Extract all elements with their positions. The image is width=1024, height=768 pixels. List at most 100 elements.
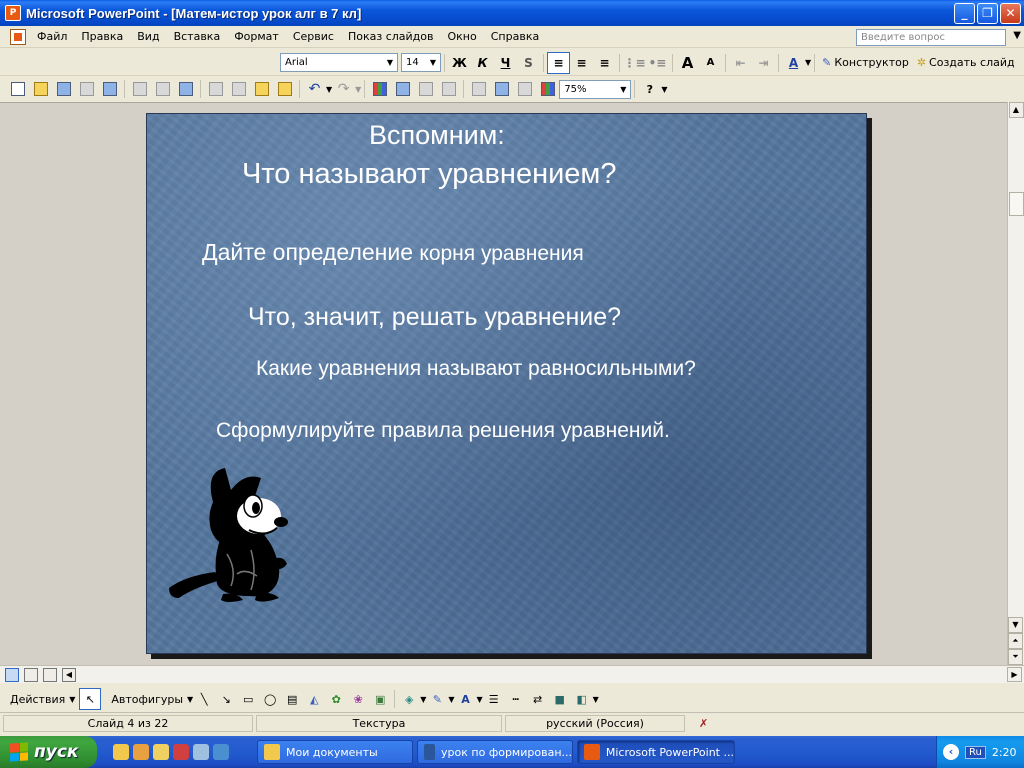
line-icon[interactable]: ╲ — [193, 688, 215, 710]
vertical-scrollbar[interactable]: ▲ ▼ ⏶ ⏷ — [1007, 102, 1024, 665]
scroll-left-icon[interactable]: ◀ — [62, 667, 76, 682]
rectangle-icon[interactable]: ▭ — [237, 688, 259, 710]
format-painter-icon[interactable] — [273, 78, 296, 100]
menu-format[interactable]: Формат — [227, 30, 286, 43]
show-grid-icon[interactable] — [513, 78, 536, 100]
paste-icon[interactable] — [250, 78, 273, 100]
3d-style-icon[interactable]: ◧ — [571, 688, 593, 710]
diagram-icon[interactable]: ✿ — [325, 688, 347, 710]
slide-title[interactable]: Что называют уравнением? — [242, 158, 616, 191]
new-slide-button[interactable]: ✲ Создать слайд — [917, 56, 1015, 69]
font-color-button[interactable]: A — [782, 52, 805, 74]
menu-help[interactable]: Справка — [484, 30, 546, 43]
scroll-thumb[interactable] — [1009, 192, 1024, 216]
increase-indent-icon[interactable]: ⇥ — [752, 52, 775, 74]
cartoon-cat-image[interactable] — [165, 464, 315, 604]
menu-edit[interactable]: Правка — [74, 30, 130, 43]
actions-menu[interactable]: Действия — [10, 693, 65, 706]
chevron-down-icon[interactable]: ▼ — [426, 54, 440, 71]
shadow-button[interactable]: S — [517, 52, 540, 74]
chevron-down-icon[interactable]: ▼ — [355, 85, 361, 94]
align-left-icon[interactable]: ≡ — [547, 51, 570, 74]
chevron-down-icon[interactable]: ▼ — [805, 58, 811, 67]
slide-canvas[interactable]: Вспомним: Что называют уравнением? Дайте… — [146, 113, 867, 654]
increase-font-icon[interactable]: A — [676, 52, 699, 74]
redo-icon[interactable]: ↷ — [332, 78, 355, 100]
chevron-down-icon[interactable]: ▼ — [1013, 30, 1021, 41]
explorer-icon[interactable] — [153, 744, 169, 760]
print-preview-icon[interactable] — [151, 78, 174, 100]
browser-icon[interactable] — [193, 744, 209, 760]
scroll-right-icon[interactable]: ▶ — [1007, 667, 1022, 682]
clipart-icon[interactable]: ❀ — [347, 688, 369, 710]
copy-icon[interactable] — [227, 78, 250, 100]
slide-question-root[interactable]: Дайте определение корня уравнения — [202, 239, 584, 266]
insert-table-icon[interactable] — [391, 78, 414, 100]
bulleted-list-icon[interactable]: •≡ — [646, 52, 669, 74]
slide-question-equivalent[interactable]: Какие уравнения называют равносильными? — [256, 357, 696, 381]
maximize-button[interactable]: ❐ — [977, 3, 998, 24]
task-my-documents[interactable]: Мои документы — [257, 740, 413, 764]
chevron-down-icon[interactable]: ▼ — [593, 695, 599, 704]
bold-button[interactable]: Ж — [448, 52, 471, 74]
menu-view[interactable]: Вид — [130, 30, 166, 43]
close-button[interactable]: ✕ — [1000, 3, 1021, 24]
expand-all-icon[interactable] — [467, 78, 490, 100]
wordart-icon[interactable]: ◭ — [303, 688, 325, 710]
previous-slide-icon[interactable]: ⏶ — [1008, 633, 1023, 649]
media-icon[interactable] — [173, 744, 189, 760]
decrease-font-icon[interactable]: A — [699, 52, 722, 74]
textbox-icon[interactable]: ▤ — [281, 688, 303, 710]
line-color-icon[interactable]: ✎ — [426, 688, 448, 710]
task-word-document[interactable]: урок по формирован... — [417, 740, 573, 764]
slide-sorter-view-icon[interactable] — [24, 667, 38, 682]
help-search-input[interactable]: Введите вопрос — [856, 29, 1006, 46]
chevron-down-icon[interactable]: ▼ — [661, 85, 667, 94]
picture-icon[interactable]: ▣ — [369, 688, 391, 710]
arrow-icon[interactable]: ↘ — [215, 688, 237, 710]
cut-icon[interactable] — [204, 78, 227, 100]
chevron-down-icon[interactable]: ▼ — [69, 695, 75, 704]
document-icon[interactable] — [10, 28, 26, 45]
font-size-select[interactable]: 14 ▼ — [401, 53, 441, 72]
scroll-down-icon[interactable]: ▼ — [1008, 617, 1023, 633]
fill-color-icon[interactable]: ◈ — [398, 688, 420, 710]
autoshapes-menu[interactable]: Автофигуры — [111, 693, 183, 706]
align-right-icon[interactable]: ≡ — [593, 52, 616, 74]
tables-borders-icon[interactable] — [414, 78, 437, 100]
quick-app-icon[interactable] — [133, 744, 149, 760]
print-icon[interactable] — [128, 78, 151, 100]
insert-hyperlink-icon[interactable] — [437, 78, 460, 100]
slide-heading[interactable]: Вспомним: — [369, 120, 505, 151]
horizontal-scrollbar[interactable]: ◀ ▶ — [0, 665, 1024, 683]
help-icon[interactable]: ? — [638, 78, 661, 100]
start-button[interactable]: пуск — [0, 736, 97, 768]
numbered-list-icon[interactable]: ⋮≡ — [623, 52, 646, 74]
show-formatting-icon[interactable] — [490, 78, 513, 100]
font-select[interactable]: Arial ▼ — [280, 53, 398, 72]
slideshow-view-icon[interactable] — [43, 667, 57, 682]
menu-tools[interactable]: Сервис — [286, 30, 341, 43]
italic-button[interactable]: К — [471, 52, 494, 74]
align-center-icon[interactable]: ≡ — [570, 52, 593, 74]
normal-view-icon[interactable] — [5, 667, 19, 682]
menu-file[interactable]: Файл — [30, 30, 74, 43]
chevron-down-icon[interactable]: ▼ — [616, 81, 630, 98]
menu-window[interactable]: Окно — [441, 30, 484, 43]
scroll-up-icon[interactable]: ▲ — [1008, 102, 1024, 118]
designer-button[interactable]: ✎ Конструктор — [822, 56, 909, 69]
permission-icon[interactable] — [75, 78, 98, 100]
folder-icon[interactable] — [113, 744, 129, 760]
arrow-style-icon[interactable]: ⇄ — [527, 688, 549, 710]
open-icon[interactable] — [29, 78, 52, 100]
chevron-down-icon[interactable]: ▼ — [383, 54, 397, 71]
font-color-icon[interactable]: A — [455, 688, 477, 710]
underline-button[interactable]: Ч — [494, 52, 517, 74]
search-icon[interactable] — [213, 744, 229, 760]
select-pointer-icon[interactable]: ↖ — [79, 688, 102, 710]
oval-icon[interactable]: ◯ — [259, 688, 281, 710]
powerpoint-app-icon[interactable]: P — [5, 5, 21, 21]
insert-chart-icon[interactable] — [368, 78, 391, 100]
new-icon[interactable] — [6, 78, 29, 100]
task-powerpoint[interactable]: Microsoft PowerPoint ... — [577, 740, 735, 764]
